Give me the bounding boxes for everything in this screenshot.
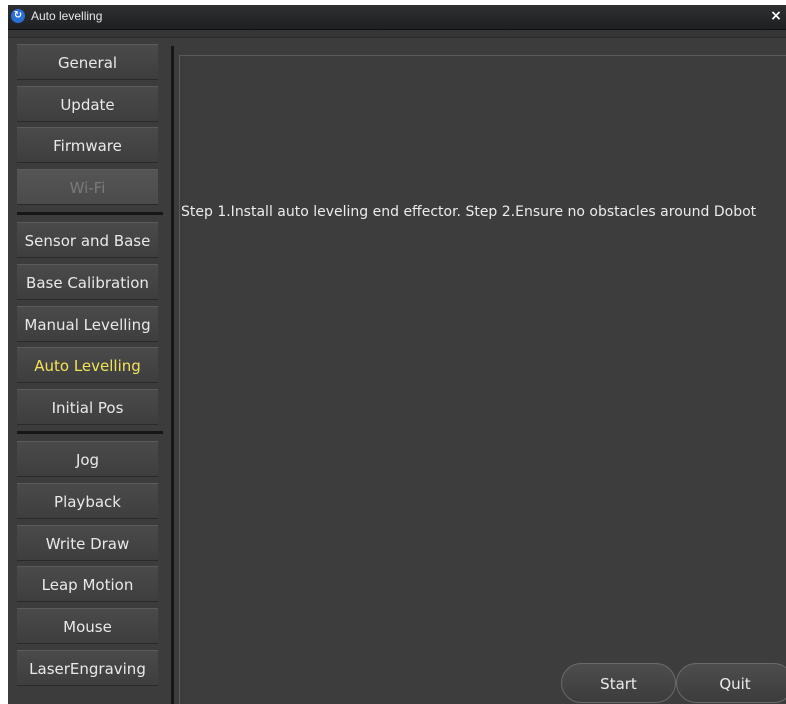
sidebar-item-sensor-and-base[interactable]: Sensor and Base [17, 222, 158, 258]
close-button[interactable]: × [768, 7, 784, 25]
group-divider [17, 431, 163, 434]
window-title: Auto levelling [31, 9, 103, 23]
auto-levelling-window: ↻ Auto levelling × General Update Firmwa… [8, 5, 786, 704]
sidebar-item-initial-pos[interactable]: Initial Pos [17, 389, 158, 425]
app-logo-icon: ↻ [11, 9, 25, 23]
sidebar: General Update Firmware Wi-Fi Sensor and… [8, 38, 166, 704]
content-panel [179, 55, 786, 704]
sidebar-item-laser-engraving[interactable]: LaserEngraving [17, 650, 158, 686]
sidebar-item-base-calibration[interactable]: Base Calibration [17, 264, 158, 300]
quit-button[interactable]: Quit [676, 663, 786, 703]
sidebar-item-manual-levelling[interactable]: Manual Levelling [17, 306, 158, 342]
sidebar-item-wifi[interactable]: Wi-Fi [17, 169, 158, 205]
sidebar-item-auto-levelling[interactable]: Auto Levelling [17, 347, 158, 383]
start-button[interactable]: Start [561, 663, 676, 703]
instructions-text: Step 1.Install auto leveling end effecto… [181, 204, 757, 220]
title-bar: ↻ Auto levelling × [8, 5, 786, 30]
sidebar-item-write-draw[interactable]: Write Draw [17, 525, 158, 561]
group-divider [17, 212, 163, 215]
sidebar-item-update[interactable]: Update [17, 86, 158, 122]
sidebar-item-jog[interactable]: Jog [17, 441, 158, 477]
toolbar-strip [8, 30, 786, 38]
sidebar-item-general[interactable]: General [17, 44, 158, 80]
sidebar-item-mouse[interactable]: Mouse [17, 608, 158, 644]
sidebar-item-playback[interactable]: Playback [17, 483, 158, 519]
sidebar-divider [171, 46, 174, 704]
sidebar-item-firmware[interactable]: Firmware [17, 127, 158, 163]
sidebar-item-leap-motion[interactable]: Leap Motion [17, 566, 158, 602]
